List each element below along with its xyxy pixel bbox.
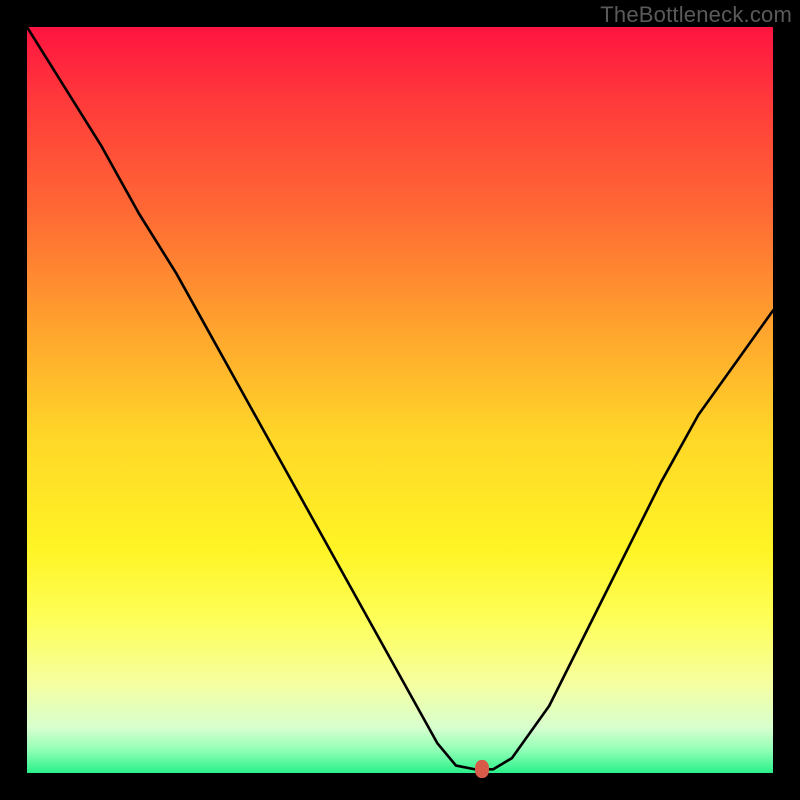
chart-frame: TheBottleneck.com [0,0,800,800]
watermark-text: TheBottleneck.com [600,2,792,28]
bottleneck-curve [27,27,773,769]
plot-area [27,27,773,773]
optimal-point-marker [475,760,489,778]
curve-svg [27,27,773,773]
